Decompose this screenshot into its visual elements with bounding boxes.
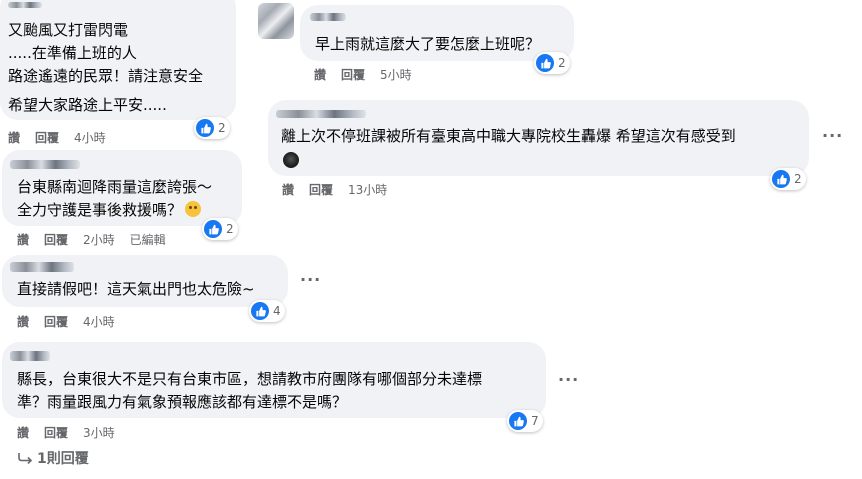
timestamp[interactable]: 13小時 [348,183,387,197]
more-options-button[interactable]: ··· [822,126,843,145]
comment-actions: 讚 回覆 2小時 已編輯 [17,231,181,248]
reply-button[interactable]: 回覆 [44,315,68,329]
more-options-button[interactable]: ··· [558,370,579,389]
comment-text: 台東縣南迴降雨量這麼誇張～ [17,178,213,196]
comment-text: .....在準備上班的人 [8,44,137,62]
comment-actions: 讚 回覆 4小時 [17,313,130,330]
like-button[interactable]: 讚 [17,426,29,440]
mentioned-avatar[interactable] [283,152,299,168]
commenter-name[interactable] [8,2,42,8]
comment-actions: 讚 回覆 3小時 [17,424,130,441]
edited-label[interactable]: 已編輯 [130,233,166,247]
comment-actions: 讚 回覆 13小時 [282,181,402,198]
commenter-name[interactable] [310,13,346,21]
reaction-count[interactable]: 2 [202,218,238,240]
comment-actions: 讚 回覆 4小時 [8,129,121,146]
view-replies-link[interactable]: 1則回覆 [17,448,89,468]
timestamp[interactable]: 3小時 [83,426,115,440]
more-options-button[interactable]: ··· [300,270,321,289]
reaction-count[interactable]: 4 [249,300,285,322]
avatar[interactable] [258,3,294,39]
reaction-count[interactable]: 2 [770,168,806,190]
reply-arrow-icon [18,453,33,465]
reply-button[interactable]: 回覆 [44,426,68,440]
reaction-count[interactable]: 7 [507,410,543,432]
comment-text: 離上次不停班課被所有臺東高中職大專院校生轟爆 希望這次有感受到 [281,127,736,145]
comment-text: 又颱風又打雷閃電 [8,21,129,39]
comment-text: 縣長，台東很大不是只有台東市區，想請教市府團隊有哪個部分未達標 [17,370,483,388]
timestamp[interactable]: 2小時 [83,233,115,247]
comment-text: 早上雨就這麼大了要怎麼上班呢？ [315,35,541,53]
like-button[interactable]: 讚 [314,68,326,82]
like-button[interactable]: 讚 [17,233,29,247]
comment-text: 路途遙遠的民眾！請注意安全 [8,67,204,85]
commenter-name[interactable] [10,351,50,361]
commenter-name[interactable] [10,262,74,272]
like-button[interactable]: 讚 [8,131,20,145]
like-button[interactable]: 讚 [17,315,29,329]
like-icon [509,412,527,430]
comment-actions: 讚 回覆 5小時 [314,66,427,83]
reply-button[interactable]: 回覆 [35,131,59,145]
timestamp[interactable]: 4小時 [83,315,115,329]
commenter-name[interactable] [10,160,80,169]
like-icon [204,220,222,238]
comment-text: 準？雨量跟風力有氣象預報應該都有達標不是嗎？ [17,393,348,411]
like-icon [251,302,269,320]
timestamp[interactable]: 4小時 [74,131,106,145]
reaction-count[interactable]: 2 [194,117,230,139]
eye-roll-emoji-icon [185,201,202,217]
like-icon [196,119,214,137]
reply-button[interactable]: 回覆 [341,68,365,82]
reaction-count[interactable]: 2 [534,52,570,74]
comment-text: 全力守護是事後救援嗎？ [17,199,202,222]
reply-button[interactable]: 回覆 [44,233,68,247]
like-icon [772,170,790,188]
comment-text: 直接請假吧！這天氣出門也太危險~ [17,280,255,298]
like-button[interactable]: 讚 [282,183,294,197]
comment-text: 希望大家路途上平安..... [8,96,167,114]
like-icon [536,54,554,72]
timestamp[interactable]: 5小時 [380,68,412,82]
reply-button[interactable]: 回覆 [309,183,333,197]
commenter-name[interactable] [276,110,366,118]
